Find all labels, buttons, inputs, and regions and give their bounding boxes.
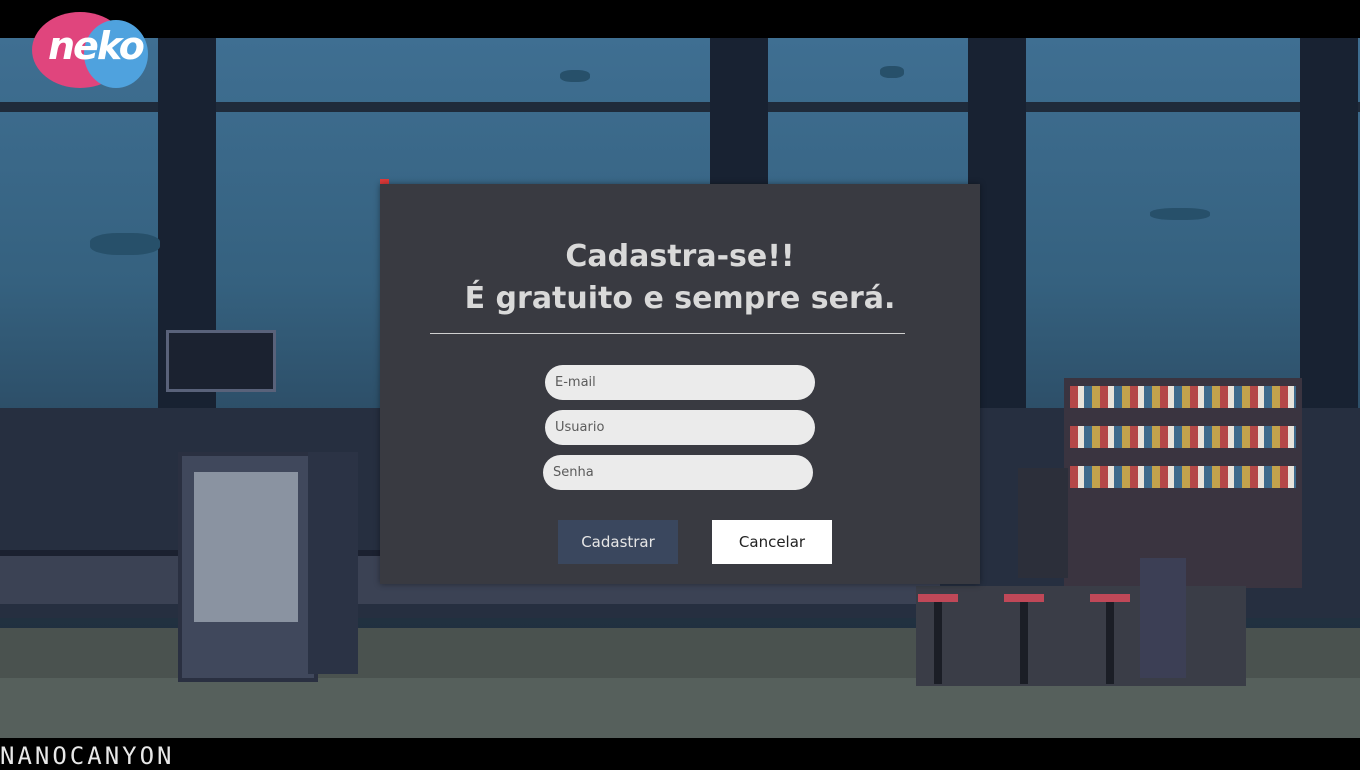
window-pillar <box>158 38 216 458</box>
username-field[interactable] <box>545 410 815 445</box>
modal-title-line1: Cadastra-se!! <box>565 239 795 274</box>
cancel-button[interactable]: Cancelar <box>712 520 832 564</box>
fish-silhouette <box>880 66 904 78</box>
email-field[interactable] <box>545 365 815 400</box>
floor-front <box>0 678 1360 738</box>
modal-title: Cadastra-se!! É gratuito e sempre será. <box>380 236 980 320</box>
bar-stool <box>918 594 958 692</box>
bartender-character <box>1018 468 1068 578</box>
window-pillar <box>1300 38 1358 458</box>
bar-stool <box>1004 594 1044 692</box>
title-divider <box>430 333 905 334</box>
signup-modal: Cadastra-se!! É gratuito e sempre será. … <box>380 184 980 584</box>
girl-character <box>1140 558 1186 678</box>
bottle-row <box>1070 466 1296 488</box>
signup-button[interactable]: Cadastrar <box>558 520 678 564</box>
vending-glass <box>194 472 298 622</box>
eye-sign <box>166 330 276 392</box>
bar-shelf <box>1064 378 1302 588</box>
bottle-row <box>1070 386 1296 408</box>
vending-machine-side <box>308 452 358 674</box>
bar-stool <box>1090 594 1130 692</box>
modal-title-line2: É gratuito e sempre será. <box>464 281 896 316</box>
fish-silhouette <box>90 233 160 255</box>
bar-counter <box>916 586 1246 686</box>
watermark-text: NANOCANYON <box>0 742 175 770</box>
password-field[interactable] <box>543 455 813 490</box>
fish-silhouette <box>1150 208 1210 220</box>
neko-logo[interactable]: neko <box>32 10 148 90</box>
logo-text: neko <box>48 24 145 68</box>
bottle-row <box>1070 426 1296 448</box>
fish-silhouette <box>560 70 590 82</box>
vending-machine <box>178 452 318 682</box>
